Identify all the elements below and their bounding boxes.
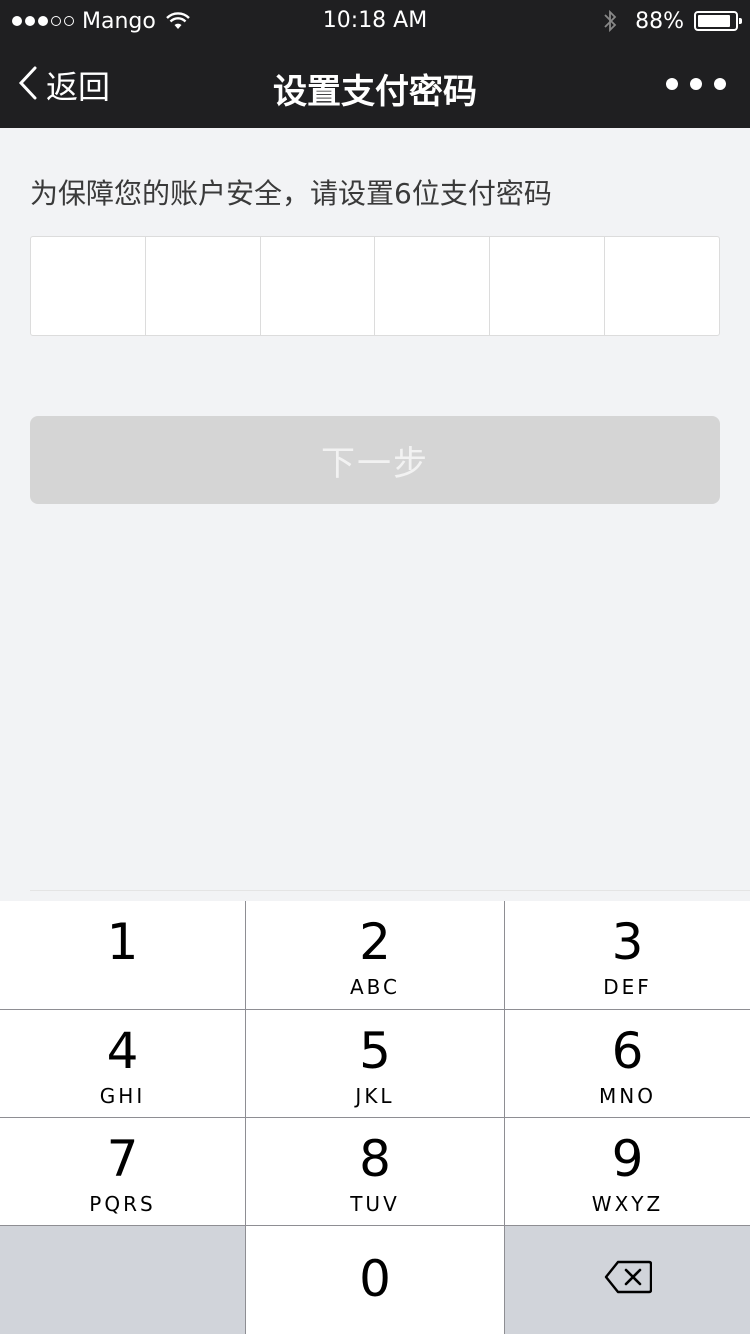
top-bar: Mango 10:18 AM 88% 返回 设置支付密码 bbox=[0, 0, 750, 128]
key-digit: 1 bbox=[106, 913, 139, 971]
battery-tip bbox=[739, 18, 742, 24]
password-digit-cell[interactable] bbox=[261, 237, 376, 335]
delete-key[interactable] bbox=[505, 1226, 750, 1334]
key-letters: PQRS bbox=[89, 1192, 156, 1216]
bluetooth-icon bbox=[603, 9, 617, 33]
key-digit: 8 bbox=[359, 1130, 391, 1188]
next-button[interactable]: 下一步 bbox=[30, 416, 720, 504]
keypad-key-7[interactable]: 7 PQRS bbox=[0, 1118, 245, 1225]
key-digit: 7 bbox=[106, 1130, 139, 1188]
more-dot bbox=[666, 78, 678, 90]
more-dot bbox=[714, 78, 726, 90]
status-bar: Mango 10:18 AM 88% bbox=[0, 0, 750, 42]
key-digit: 4 bbox=[106, 1022, 139, 1080]
backspace-icon bbox=[604, 1260, 652, 1298]
key-digit: 5 bbox=[359, 1022, 391, 1080]
more-options-button[interactable] bbox=[666, 72, 726, 96]
keypad-key-3[interactable]: 3 DEF bbox=[505, 901, 750, 1009]
divider bbox=[30, 890, 750, 891]
password-digit-cell[interactable] bbox=[605, 237, 719, 335]
key-letters: GHI bbox=[99, 1084, 146, 1108]
battery-percent: 88% bbox=[635, 8, 684, 34]
password-digit-cell[interactable] bbox=[490, 237, 606, 335]
keypad-key-1[interactable]: 1 bbox=[0, 901, 245, 1009]
battery-icon bbox=[694, 11, 742, 31]
keypad-key-9[interactable]: 9 WXYZ bbox=[505, 1118, 750, 1225]
keypad-key-2[interactable]: 2 ABC bbox=[246, 901, 504, 1009]
key-digit: 6 bbox=[611, 1022, 644, 1080]
key-letters: ABC bbox=[349, 975, 400, 999]
security-hint: 为保障您的账户安全，请设置6位支付密码 bbox=[30, 177, 552, 210]
status-right: 88% bbox=[603, 8, 742, 34]
key-letters: TUV bbox=[350, 1192, 400, 1216]
key-digit: 3 bbox=[611, 913, 644, 971]
key-digit: 0 bbox=[359, 1250, 391, 1308]
password-digit-cell[interactable] bbox=[375, 237, 491, 335]
key-digit: 2 bbox=[359, 913, 391, 971]
numeric-keypad: 1 2 ABC 3 DEF 4 GHI 5 JKL 6 MNO 7 PQRS 8 TUV 9 WXYZ 0 bbox=[0, 901, 750, 1334]
password-digit-cell[interactable] bbox=[31, 237, 146, 335]
key-letters: DEF bbox=[603, 975, 652, 999]
key-digit: 9 bbox=[611, 1130, 644, 1188]
key-letters: WXYZ bbox=[591, 1192, 664, 1216]
keypad-empty-key bbox=[0, 1226, 245, 1334]
page-title: 设置支付密码 bbox=[273, 72, 477, 112]
keypad-key-0[interactable]: 0 bbox=[246, 1226, 504, 1334]
navigation-bar: 返回 设置支付密码 bbox=[0, 42, 750, 128]
keypad-key-6[interactable]: 6 MNO bbox=[505, 1010, 750, 1117]
password-input[interactable] bbox=[30, 236, 720, 336]
keypad-key-8[interactable]: 8 TUV bbox=[246, 1118, 504, 1225]
battery-fill bbox=[698, 15, 730, 27]
keypad-key-5[interactable]: 5 JKL bbox=[246, 1010, 504, 1117]
keypad-key-4[interactable]: 4 GHI bbox=[0, 1010, 245, 1117]
key-letters: MNO bbox=[599, 1084, 656, 1108]
password-digit-cell[interactable] bbox=[146, 237, 261, 335]
key-letters: JKL bbox=[355, 1084, 395, 1108]
more-dot bbox=[690, 78, 702, 90]
